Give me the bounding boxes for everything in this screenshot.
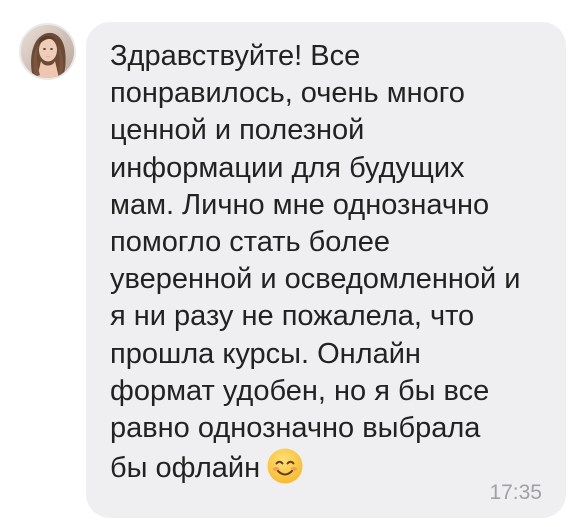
message-timestamp: 17:35 [489, 481, 542, 504]
chat-screen: Здравствуйте! Все понравилось, очень мно… [0, 0, 572, 527]
message-text-block: Здравствуйте! Все понравилось, очень мно… [110, 38, 555, 495]
message-text: Здравствуйте! Все понравилось, очень мно… [110, 40, 521, 485]
avatar[interactable] [19, 23, 76, 80]
avatar-photo [21, 25, 74, 78]
smiling-face-emoji-icon [266, 447, 304, 495]
